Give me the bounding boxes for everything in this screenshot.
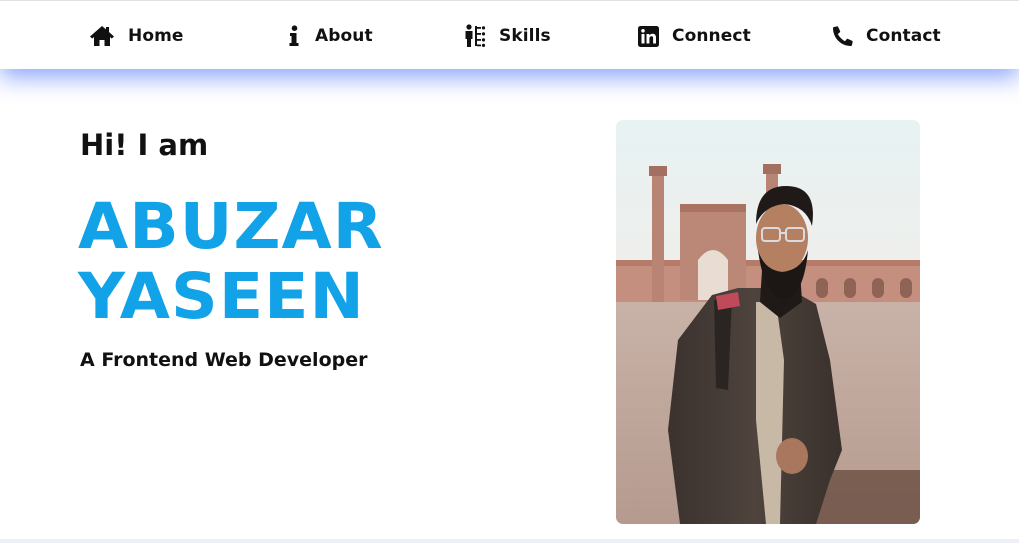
nav-label-connect: Connect <box>672 26 751 46</box>
nav-item-skills[interactable]: Skills <box>464 21 551 51</box>
section-divider <box>0 539 1019 543</box>
nav-label-home: Home <box>128 26 184 46</box>
nav-item-connect[interactable]: Connect <box>637 21 751 51</box>
hero-greeting: Hi! I am <box>80 128 209 162</box>
hero-name: ABUZAR YASEEN <box>78 192 384 332</box>
linkedin-icon <box>637 23 659 49</box>
hero-role: A Frontend Web Developer <box>80 349 368 371</box>
nav-item-contact[interactable]: Contact <box>833 21 941 51</box>
skills-icon <box>464 23 486 49</box>
nav-item-about[interactable]: About <box>286 21 373 51</box>
phone-icon <box>833 23 853 49</box>
home-icon <box>89 23 115 49</box>
hero-first-name: ABUZAR <box>78 190 384 263</box>
nav-item-home[interactable]: Home <box>89 21 184 51</box>
profile-photo <box>616 120 920 524</box>
info-icon <box>286 23 302 49</box>
hero-last-name: YASEEN <box>78 260 365 333</box>
nav-label-about: About <box>315 26 373 46</box>
navbar: Home About Skills Connect Contact <box>0 0 1019 69</box>
nav-label-contact: Contact <box>866 26 941 46</box>
nav-label-skills: Skills <box>499 26 551 46</box>
